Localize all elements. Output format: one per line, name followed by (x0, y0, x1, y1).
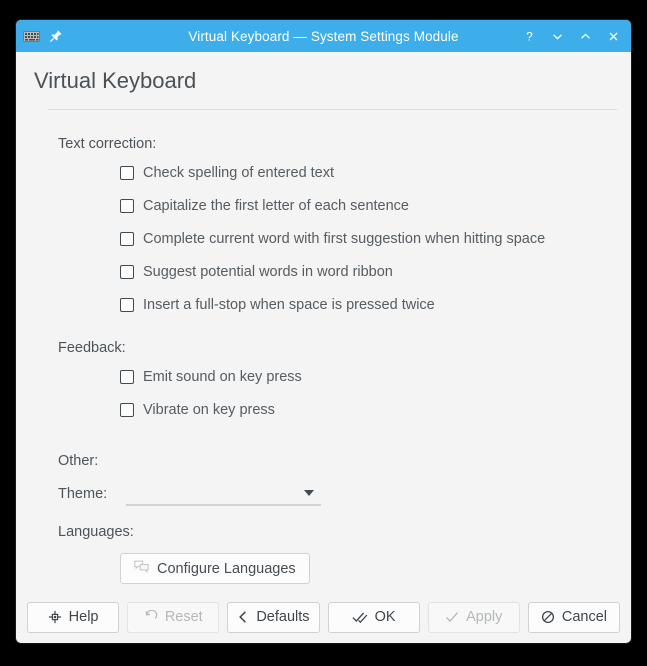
chevron-left-icon (237, 610, 249, 624)
configure-languages-button[interactable]: Configure Languages (120, 553, 310, 584)
checkbox-vibrate[interactable]: Vibrate on key press (120, 402, 631, 418)
group-text-correction: Text correction: Check spelling of enter… (58, 136, 631, 313)
checkbox-box[interactable] (120, 298, 134, 312)
group-label-languages: Languages: (58, 524, 134, 540)
check-icon (445, 610, 459, 624)
checkbox-box[interactable] (120, 265, 134, 279)
checkbox-complete-current-word[interactable]: Complete current word with first suggest… (120, 231, 631, 247)
page-header: Virtual Keyboard (16, 52, 631, 110)
double-check-icon (352, 610, 368, 624)
dialog-button-bar: Help Reset Defaults OK Apply Cancel (16, 591, 631, 643)
defaults-button-label: Defaults (256, 609, 310, 625)
checkbox-label: Complete current word with first suggest… (143, 231, 546, 247)
pin-icon[interactable] (49, 29, 63, 43)
group-label-feedback: Feedback: (58, 340, 126, 356)
reset-button: Reset (127, 601, 220, 633)
checkbox-capitalize-first-letter[interactable]: Capitalize the first letter of each sent… (120, 198, 631, 214)
checkbox-label: Vibrate on key press (143, 402, 275, 418)
theme-row: Theme: (58, 482, 631, 506)
apply-button: Apply (427, 601, 520, 633)
group-languages: Languages: Configure Languages (58, 524, 631, 584)
help-icon (48, 610, 62, 624)
window-controls: ? (522, 29, 623, 44)
languages-icon (134, 560, 149, 578)
checkbox-label: Suggest potential words in word ribbon (143, 264, 393, 280)
group-other: Other: Theme: (58, 453, 631, 506)
checkbox-check-spelling[interactable]: Check spelling of entered text (120, 165, 631, 181)
cancel-icon (541, 610, 555, 624)
help-button[interactable]: Help (27, 601, 120, 633)
settings-content: Text correction: Check spelling of enter… (16, 110, 631, 591)
checkbox-emit-sound[interactable]: Emit sound on key press (120, 369, 631, 385)
defaults-button[interactable]: Defaults (227, 601, 320, 633)
checkbox-label: Capitalize the first letter of each sent… (143, 198, 409, 214)
theme-label: Theme: (58, 486, 108, 502)
apply-button-label: Apply (466, 609, 503, 625)
checkbox-label: Insert a full-stop when space is pressed… (143, 297, 435, 313)
chevron-down-icon[interactable] (304, 490, 314, 496)
checkbox-box[interactable] (120, 403, 134, 417)
ok-button-label: OK (374, 609, 396, 625)
help-button-label: Help (68, 609, 99, 625)
configure-languages-label: Configure Languages (157, 560, 296, 577)
checkbox-label: Check spelling of entered text (143, 165, 335, 181)
group-feedback: Feedback: Emit sound on key press Vibrat… (58, 340, 631, 418)
reset-icon (144, 610, 158, 624)
close-icon[interactable] (606, 29, 621, 44)
checkbox-insert-full-stop[interactable]: Insert a full-stop when space is pressed… (120, 297, 631, 313)
cancel-button[interactable]: Cancel (527, 601, 621, 633)
theme-select[interactable] (126, 482, 321, 506)
page-title: Virtual Keyboard (34, 68, 197, 93)
checkbox-box[interactable] (120, 370, 134, 384)
chevron-up-icon[interactable] (578, 29, 593, 44)
group-label-text-correction: Text correction: (58, 136, 157, 152)
settings-window: Virtual Keyboard — System Settings Modul… (16, 20, 631, 643)
checkbox-box[interactable] (120, 199, 134, 213)
help-icon[interactable]: ? (522, 29, 537, 44)
group-label-other: Other: (58, 453, 99, 469)
reset-button-label: Reset (164, 609, 203, 625)
window-titlebar[interactable]: Virtual Keyboard — System Settings Modul… (16, 20, 631, 52)
cancel-button-label: Cancel (561, 609, 608, 625)
checkbox-box[interactable] (120, 232, 134, 246)
checkbox-label: Emit sound on key press (143, 369, 302, 385)
svg-text:?: ? (526, 30, 533, 43)
ok-button[interactable]: OK (327, 601, 420, 633)
keyboard-icon (23, 30, 40, 42)
checkbox-suggest-potential-words[interactable]: Suggest potential words in word ribbon (120, 264, 631, 280)
chevron-down-icon[interactable] (550, 29, 565, 44)
titlebar-left-icons (23, 29, 63, 43)
checkbox-box[interactable] (120, 166, 134, 180)
